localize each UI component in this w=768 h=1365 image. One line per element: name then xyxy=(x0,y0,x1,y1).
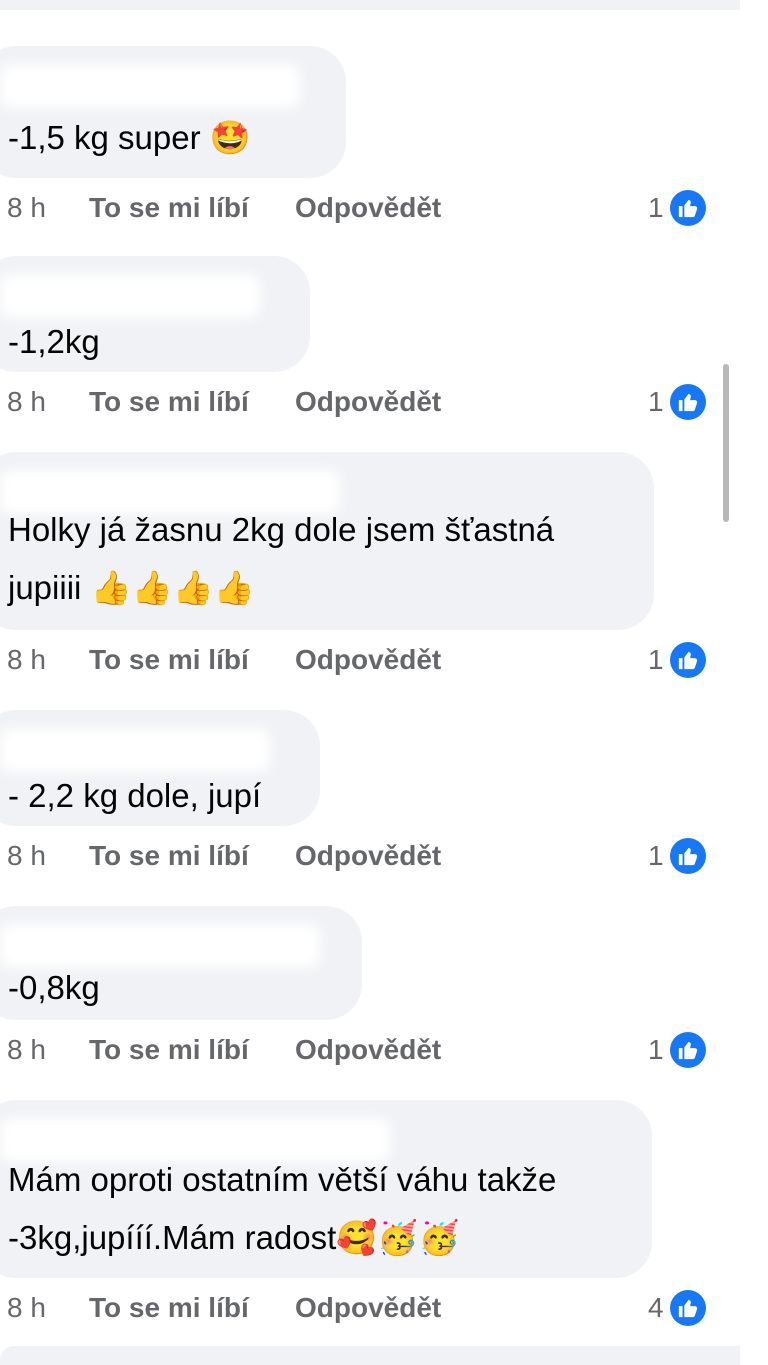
comment-text: -1,2kg xyxy=(8,323,100,360)
reply-button[interactable]: Odpovědět xyxy=(295,192,441,224)
like-count: 1 xyxy=(648,386,664,417)
comment-text-line1: Mám oproti ostatním větší váhu takže xyxy=(8,1161,557,1198)
reply-button[interactable]: Odpovědět xyxy=(295,1034,441,1066)
reply-button[interactable]: Odpovědět xyxy=(295,386,441,418)
like-count: 1 xyxy=(648,192,664,223)
comment-bubble[interactable]: - 2,2 kg dole, jupí xyxy=(0,710,320,826)
reaction-count[interactable]: 1 xyxy=(648,640,706,680)
comment-text-line2: -3kg,jupííí.Mám radost🥰🥳🥳 xyxy=(8,1219,460,1256)
thumbs-up-icon xyxy=(669,384,706,420)
comment-actions: 8 h To se mi líbí Odpovědět xyxy=(7,382,441,422)
reply-button[interactable]: Odpovědět xyxy=(295,1292,441,1324)
comment-text: - 2,2 kg dole, jupí xyxy=(8,777,262,814)
like-button[interactable]: To se mi líbí xyxy=(89,840,295,872)
like-button[interactable]: To se mi líbí xyxy=(89,1292,295,1324)
comment-time[interactable]: 8 h xyxy=(7,1292,89,1324)
comment-time[interactable]: 8 h xyxy=(7,840,89,872)
like-button[interactable]: To se mi líbí xyxy=(89,644,295,676)
comment-actions: 8 h To se mi líbí Odpovědět xyxy=(7,836,441,876)
thumbs-up-icon xyxy=(669,838,706,874)
like-button[interactable]: To se mi líbí xyxy=(89,386,295,418)
previous-comment-edge xyxy=(0,0,740,10)
comment-bubble[interactable]: -1,5 kg super 🤩 xyxy=(0,46,346,178)
reply-button[interactable]: Odpovědět xyxy=(295,644,441,676)
comment-bubble[interactable]: Holky já žasnu 2kg dole jsem šťastná jup… xyxy=(0,452,654,630)
comment-text: -1,5 kg super 🤩 xyxy=(8,119,251,156)
thumbs-up-icon xyxy=(669,1032,706,1068)
reaction-count[interactable]: 1 xyxy=(648,1030,706,1070)
comment-time[interactable]: 8 h xyxy=(7,192,89,224)
author-name-redacted xyxy=(0,274,260,318)
comment-actions: 8 h To se mi líbí Odpovědět xyxy=(7,188,441,228)
comment-bubble[interactable]: -0,8kg xyxy=(0,906,362,1020)
like-count: 4 xyxy=(648,1292,664,1323)
reaction-count[interactable]: 1 xyxy=(648,836,706,876)
comment-text-line1: Holky já žasnu 2kg dole jsem šťastná xyxy=(8,511,555,548)
comment-time[interactable]: 8 h xyxy=(7,386,89,418)
like-button[interactable]: To se mi líbí xyxy=(89,1034,295,1066)
comment-text-line2: jupiiii 👍👍👍👍 xyxy=(8,569,255,606)
author-name-redacted xyxy=(0,924,320,968)
next-comment-edge xyxy=(0,1346,740,1365)
comment-actions: 8 h To se mi líbí Odpovědět xyxy=(7,640,441,680)
like-count: 1 xyxy=(648,840,664,871)
thumbs-up-icon xyxy=(669,642,706,678)
comment-time[interactable]: 8 h xyxy=(7,1034,89,1066)
reply-button[interactable]: Odpovědět xyxy=(295,840,441,872)
author-name-redacted xyxy=(0,728,270,772)
thumbs-up-icon xyxy=(669,1290,706,1326)
comment-actions: 8 h To se mi líbí Odpovědět xyxy=(7,1288,441,1328)
like-count: 1 xyxy=(648,644,664,675)
comment-actions: 8 h To se mi líbí Odpovědět xyxy=(7,1030,441,1070)
reaction-count[interactable]: 1 xyxy=(648,188,706,228)
author-name-redacted xyxy=(0,1118,390,1162)
reaction-count[interactable]: 1 xyxy=(648,382,706,422)
comment-text: -0,8kg xyxy=(8,969,100,1006)
author-name-redacted xyxy=(0,64,300,108)
comment-bubble[interactable]: -1,2kg xyxy=(0,256,310,372)
scrollbar[interactable] xyxy=(723,364,729,522)
comment-bubble[interactable]: Mám oproti ostatním větší váhu takže -3k… xyxy=(0,1100,652,1278)
reaction-count[interactable]: 4 xyxy=(648,1288,706,1328)
comment-time[interactable]: 8 h xyxy=(7,644,89,676)
thumbs-up-icon xyxy=(669,190,706,226)
like-count: 1 xyxy=(648,1034,664,1065)
like-button[interactable]: To se mi líbí xyxy=(89,192,295,224)
